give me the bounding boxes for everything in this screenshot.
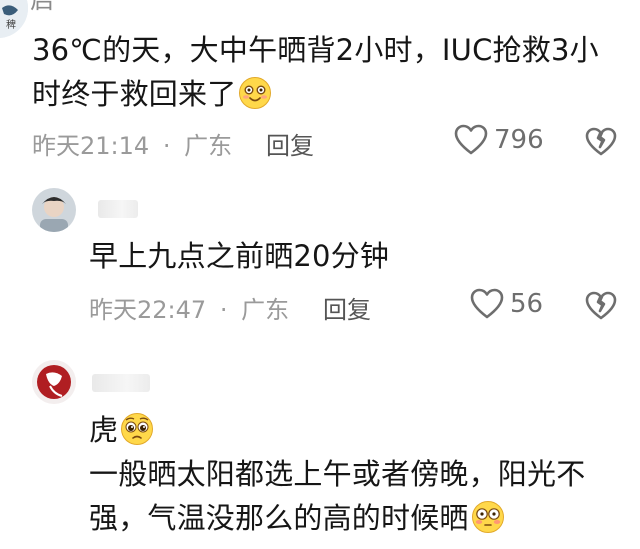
smiling-face-emoji [239, 77, 272, 109]
comment-text-line: 36℃的天，大中午晒背2小时，IUC抢救3小 [32, 33, 599, 67]
avatar-image [32, 188, 76, 232]
heart-icon [470, 288, 504, 319]
comment-text-line-content: 时终于救回来了 [32, 77, 237, 111]
avatar[interactable] [32, 188, 76, 232]
meta-separator: · [162, 132, 171, 160]
heart-icon [454, 124, 488, 155]
comment-3: 虎 一般晒太阳都选上午或者傍晚，阳光不 强，气温没那么的高的时候晒 [0, 352, 640, 549]
avatar-image: 稗 [0, 0, 28, 38]
avatar-image [32, 360, 76, 404]
comment-text-line-content: 强，气温没那么的高的时候晒 [89, 501, 469, 535]
like-button[interactable]: 56 [470, 288, 543, 320]
like-button[interactable]: 796 [454, 124, 544, 156]
location: 广东 [241, 296, 290, 324]
comment-text-line: 早上九点之前晒20分钟 [89, 239, 390, 273]
reply-button[interactable]: 回复 [266, 126, 314, 161]
broken-heart-icon [585, 291, 617, 320]
comment-text-line: 时终于救回来了 [32, 72, 272, 116]
broken-heart-icon [585, 127, 617, 156]
comment-2: 早上九点之前晒20分钟 昨天22:47 · 广东 回复 56 [0, 180, 640, 340]
comment-1: 稗 启 36℃的天，大中午晒背2小时，IUC抢救3小 时终于救回来了 昨天21:… [0, 0, 640, 170]
avatar[interactable]: 稗 [0, 0, 28, 38]
like-count: 796 [494, 125, 544, 155]
comment-text-line: 虎 [89, 408, 154, 452]
comment-text-line: 强，气温没那么的高的时候晒 [89, 496, 505, 540]
user-name-blurred[interactable] [92, 374, 150, 392]
dislike-button[interactable] [585, 127, 617, 161]
flushed-face-emoji [471, 501, 504, 533]
location: 广东 [184, 132, 233, 160]
like-count: 56 [510, 289, 544, 319]
reply-button[interactable]: 回复 [323, 290, 371, 325]
timestamp: 昨天21:14 [32, 132, 150, 160]
comment-meta: 昨天21:14 · 广东 [32, 126, 232, 161]
svg-text:稗: 稗 [6, 19, 16, 31]
timestamp: 昨天22:47 [89, 296, 207, 324]
avatar[interactable] [32, 360, 76, 404]
pleading-face-emoji [121, 413, 154, 445]
user-name-blurred[interactable] [98, 200, 138, 218]
meta-separator: · [219, 296, 228, 324]
comment-text-line: 一般晒太阳都选上午或者傍晚，阳光不 [89, 457, 586, 491]
comment-meta: 昨天22:47 · 广东 [89, 290, 289, 325]
user-name[interactable]: 启 [30, 0, 54, 22]
comment-text-line-content: 虎 [89, 413, 119, 447]
dislike-button[interactable] [585, 291, 617, 325]
